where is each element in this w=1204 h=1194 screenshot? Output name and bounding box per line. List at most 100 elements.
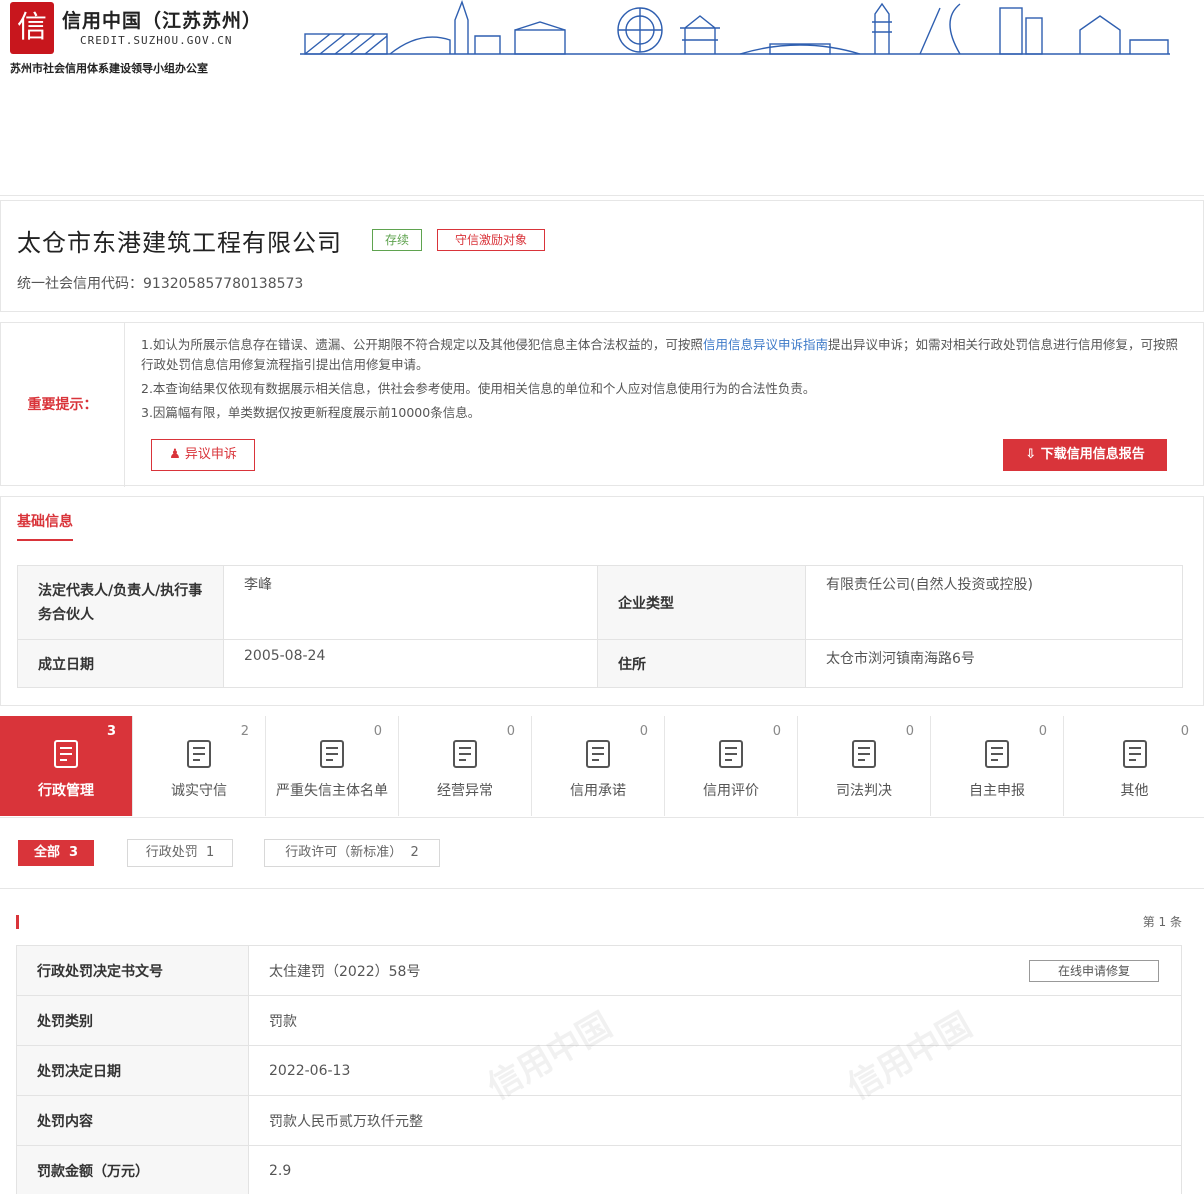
table-row: 处罚内容 罚款人民币贰万玖仟元整	[16, 1095, 1182, 1146]
category-label: 司法判决	[836, 783, 892, 799]
status-badge: 存续	[372, 229, 422, 251]
category-count: 0	[905, 724, 914, 739]
category-label: 诚实守信	[171, 783, 227, 799]
category-tab-0[interactable]: 3 行政管理	[0, 716, 133, 816]
site-logo[interactable]: 信	[10, 2, 54, 54]
basic-info-table: 法定代表人/负责人/执行事务合伙人 李峰 企业类型 有限责任公司(自然人投资或控…	[17, 565, 1183, 688]
company-type-key: 企业类型	[597, 565, 806, 640]
city-skyline-banner	[300, 0, 1170, 55]
category-tabs: 3 行政管理 2 诚实守信 0 严重失信主体名单 0 经营异常 0 信用承诺 0 信用评价 0 司法判决 0…	[0, 716, 1204, 818]
online-repair-button[interactable]: 在线申请修复	[1029, 960, 1159, 982]
evaluation-icon	[713, 736, 749, 772]
penalty-date-value: 2022-06-13	[248, 1045, 1182, 1096]
category-count: 0	[772, 724, 781, 739]
notice-line-1-text: 1.如认为所展示信息存在错误、遗漏、公开期限不符合规定以及其他侵犯信息主体合法权…	[141, 337, 703, 352]
credit-code-line: 统一社会信用代码：913205857780138573	[17, 273, 303, 293]
penalty-content-value: 罚款人民币贰万玖仟元整	[248, 1095, 1182, 1146]
category-label: 信用评价	[703, 783, 759, 799]
filter-all-label: 全部	[33, 845, 60, 860]
objection-guide-link[interactable]: 信用信息异议申诉指南	[703, 337, 828, 352]
notice-text: 1.如认为所展示信息存在错误、遗漏、公开期限不符合规定以及其他侵犯信息主体合法权…	[141, 335, 1186, 427]
document-stamp-icon	[48, 736, 84, 772]
alarm-light-icon	[447, 736, 483, 772]
filter-admin-license-count: 2	[410, 845, 419, 860]
table-row: 处罚决定日期 2022-06-13	[16, 1045, 1182, 1096]
notice-line-1: 1.如认为所展示信息存在错误、遗漏、公开期限不符合规定以及其他侵犯信息主体合法权…	[141, 335, 1186, 375]
address-value: 太仓市浏河镇南海路6号	[805, 639, 1183, 688]
category-label: 自主申报	[969, 783, 1025, 799]
category-tab-5[interactable]: 0 信用评价	[665, 716, 798, 816]
table-row: 法定代表人/负责人/执行事务合伙人 李峰 企业类型 有限责任公司(自然人投资或控…	[17, 565, 1183, 640]
filter-admin-penalty-label: 行政处罚	[145, 845, 198, 860]
category-tab-4[interactable]: 0 信用承诺	[532, 716, 665, 816]
record-marker	[16, 915, 19, 929]
printer-icon	[314, 736, 350, 772]
filter-admin-penalty[interactable]: 行政处罚 1	[127, 839, 233, 867]
category-tab-2[interactable]: 0 严重失信主体名单	[266, 716, 399, 816]
category-tab-6[interactable]: 0 司法判决	[798, 716, 931, 816]
download-icon: ⇩	[1025, 447, 1037, 462]
category-label: 严重失信主体名单	[276, 783, 388, 799]
objection-button[interactable]: ♟ 异议申诉	[151, 439, 255, 471]
credit-code-value: 913205857780138573	[143, 276, 304, 292]
category-count: 0	[1038, 724, 1047, 739]
address-key: 住所	[597, 639, 806, 688]
promise-doc-icon	[580, 736, 616, 772]
notice-line-2: 2.本查询结果仅依现有数据展示相关信息，供社会参考使用。使用相关信息的单位和个人…	[141, 381, 816, 396]
filter-admin-license[interactable]: 行政许可（新标准） 2	[264, 839, 440, 867]
decision-no-value: 太住建罚（2022）58号	[269, 963, 421, 980]
basic-info-section: 基础信息 法定代表人/负责人/执行事务合伙人 李峰 企业类型 有限责任公司(自然…	[0, 496, 1204, 706]
founded-key: 成立日期	[17, 639, 224, 688]
category-tab-3[interactable]: 0 经营异常	[399, 716, 532, 816]
site-header: 信 信用中国（江苏苏州） CREDIT.SUZHOU.GOV.CN 苏州市社会信…	[0, 0, 1204, 196]
table-row: 处罚类别 罚款	[16, 995, 1182, 1046]
other-icon	[1117, 736, 1153, 772]
decision-no-cell: 太住建罚（2022）58号 在线申请修复	[248, 945, 1182, 996]
category-count: 3	[106, 724, 116, 739]
filter-all[interactable]: 全部 3	[18, 840, 94, 866]
filter-admin-license-label: 行政许可（新标准）	[285, 845, 403, 860]
category-label: 行政管理	[38, 783, 94, 799]
penalty-record: 第 1 条 行政处罚决定书文号 太住建罚（2022）58号 在线申请修复 处罚类别…	[0, 888, 1204, 1194]
filter-all-count: 3	[69, 845, 79, 860]
company-name: 太仓市东港建筑工程有限公司	[17, 229, 342, 257]
founded-value: 2005-08-24	[223, 639, 598, 688]
company-type-value: 有限责任公司(自然人投资或控股)	[805, 565, 1183, 640]
important-notice: 重要提示： 1.如认为所展示信息存在错误、遗漏、公开期限不符合规定以及其他侵犯信…	[0, 322, 1204, 487]
category-tab-7[interactable]: 0 自主申报	[931, 716, 1064, 816]
table-row: 罚款金额（万元） 2.9	[16, 1145, 1182, 1194]
category-count: 0	[373, 724, 382, 739]
table-row: 成立日期 2005-08-24 住所 太仓市浏河镇南海路6号	[17, 639, 1183, 688]
penalty-type-value: 罚款	[248, 995, 1182, 1046]
category-label: 经营异常	[437, 783, 493, 799]
penalty-type-key: 处罚类别	[16, 995, 249, 1046]
legal-rep-key: 法定代表人/负责人/执行事务合伙人	[17, 565, 224, 640]
category-label: 其他	[1120, 783, 1149, 799]
notice-line-3: 3.因篇幅有限，单类数据仅按更新程度展示前10000条信息。	[141, 405, 481, 420]
decision-no-key: 行政处罚决定书文号	[16, 945, 249, 996]
category-count: 0	[506, 724, 515, 739]
penalty-table: 行政处罚决定书文号 太住建罚（2022）58号 在线申请修复 处罚类别 罚款 处罚…	[16, 945, 1182, 1194]
category-count: 0	[1180, 724, 1189, 739]
category-label: 信用承诺	[570, 783, 626, 799]
category-count: 2	[240, 724, 249, 739]
legal-rep-value: 李峰	[223, 565, 598, 640]
user-icon: ♟	[169, 447, 181, 462]
category-tab-1[interactable]: 2 诚实守信	[133, 716, 266, 816]
category-count: 0	[639, 724, 648, 739]
credit-code-label: 统一社会信用代码：	[17, 276, 143, 292]
penalty-content-key: 处罚内容	[16, 1095, 249, 1146]
record-filters: 全部 3 行政处罚 1 行政许可（新标准） 2	[0, 828, 1204, 880]
record-index: 第 1 条	[1142, 915, 1182, 929]
basic-info-tab[interactable]: 基础信息	[17, 511, 73, 541]
table-row: 行政处罚决定书文号 太住建罚（2022）58号 在线申请修复	[16, 945, 1182, 996]
notice-label: 重要提示：	[1, 323, 125, 487]
shield-icon	[181, 736, 217, 772]
site-title[interactable]: 信用中国（江苏苏州）	[62, 6, 262, 33]
download-report-button[interactable]: ⇩ 下载信用信息报告	[1003, 439, 1167, 471]
fine-amount-value: 2.9	[248, 1145, 1182, 1194]
category-tab-8[interactable]: 0 其他	[1064, 716, 1204, 816]
credit-object-badge: 守信激励对象	[437, 229, 545, 251]
download-report-label: 下载信用信息报告	[1040, 447, 1145, 462]
judgment-icon	[846, 736, 882, 772]
